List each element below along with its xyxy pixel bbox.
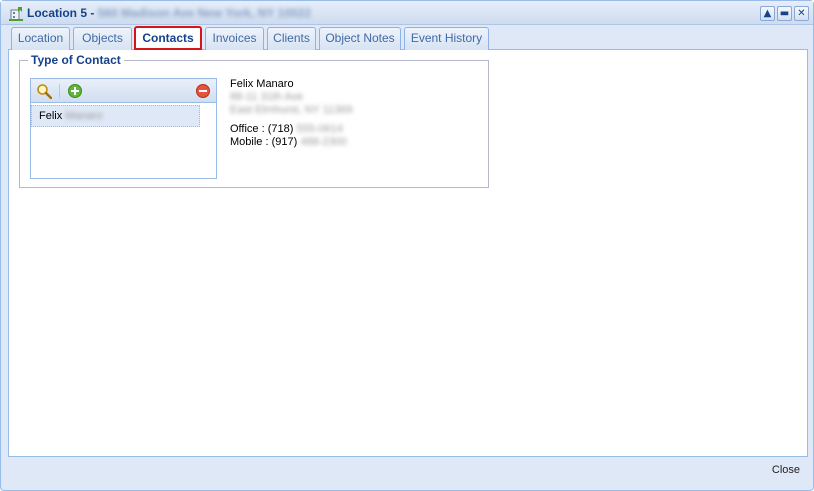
mobile-phone-label: Mobile : (917) xyxy=(230,136,298,148)
office-phone-number: 555-0614 xyxy=(296,123,343,135)
tab-objects[interactable]: Objects xyxy=(73,27,132,50)
office-phone-label: Office : (718) xyxy=(230,123,294,135)
contact-list-toolbar xyxy=(31,79,216,103)
tab-clients[interactable]: Clients xyxy=(267,27,316,50)
tab-object-notes[interactable]: Object Notes xyxy=(319,27,401,50)
location-window: Location 5 - 560 Madison Ave New York, N… xyxy=(0,0,814,491)
close-window-icon[interactable]: ✕ xyxy=(794,6,809,21)
type-of-contact-fieldset: Type of Contact Felix Manaro Felix Manar… xyxy=(19,53,489,188)
remove-icon[interactable] xyxy=(195,83,211,99)
window-title: Location 5 - 560 Madison Ave New York, N… xyxy=(27,6,311,20)
tab-location[interactable]: Location xyxy=(11,27,70,50)
contact-address-line1: 88-11 31th Ave xyxy=(230,91,303,103)
window-titlebar[interactable]: Location 5 - 560 Madison Ave New York, N… xyxy=(1,1,813,25)
search-icon[interactable] xyxy=(36,83,52,99)
location-icon xyxy=(9,7,23,21)
tab-strip: Location Objects Contacts Invoices Clien… xyxy=(8,26,808,50)
close-button[interactable]: Close xyxy=(772,464,800,476)
contact-mobile-phone: Mobile : (917) 488-2300 xyxy=(230,136,353,149)
window-title-label: Location 5 - xyxy=(27,6,95,20)
contact-list-panel: Felix Manaro xyxy=(30,78,217,179)
contact-address-line2: East Elmhurst, NY 11369 xyxy=(230,104,353,116)
minimize-icon[interactable]: ▬ xyxy=(777,6,792,21)
contact-list-item[interactable]: Felix Manaro xyxy=(31,105,200,127)
toolbar-separator xyxy=(59,84,60,98)
contact-office-phone: Office : (718) 555-0614 xyxy=(230,123,353,136)
mobile-phone-number: 488-2300 xyxy=(300,136,347,148)
fieldset-legend: Type of Contact xyxy=(28,53,124,67)
window-title-address: 560 Madison Ave New York, NY 10022 xyxy=(97,6,311,20)
add-icon[interactable] xyxy=(67,83,83,99)
contact-first-name: Felix xyxy=(39,110,63,122)
tab-event-history[interactable]: Event History xyxy=(404,27,489,50)
window-footer: Close xyxy=(8,457,808,485)
contact-details: Felix Manaro 88-11 31th Ave East Elmhurs… xyxy=(230,78,353,149)
tab-invoices[interactable]: Invoices xyxy=(205,27,264,50)
tab-contacts[interactable]: Contacts xyxy=(134,26,202,50)
collapse-up-icon[interactable]: ▲ xyxy=(760,6,775,21)
contact-name: Felix Manaro xyxy=(230,78,294,90)
contact-last-name: Manaro xyxy=(65,110,103,122)
tab-content-contacts: Type of Contact Felix Manaro Felix Manar… xyxy=(8,50,808,457)
